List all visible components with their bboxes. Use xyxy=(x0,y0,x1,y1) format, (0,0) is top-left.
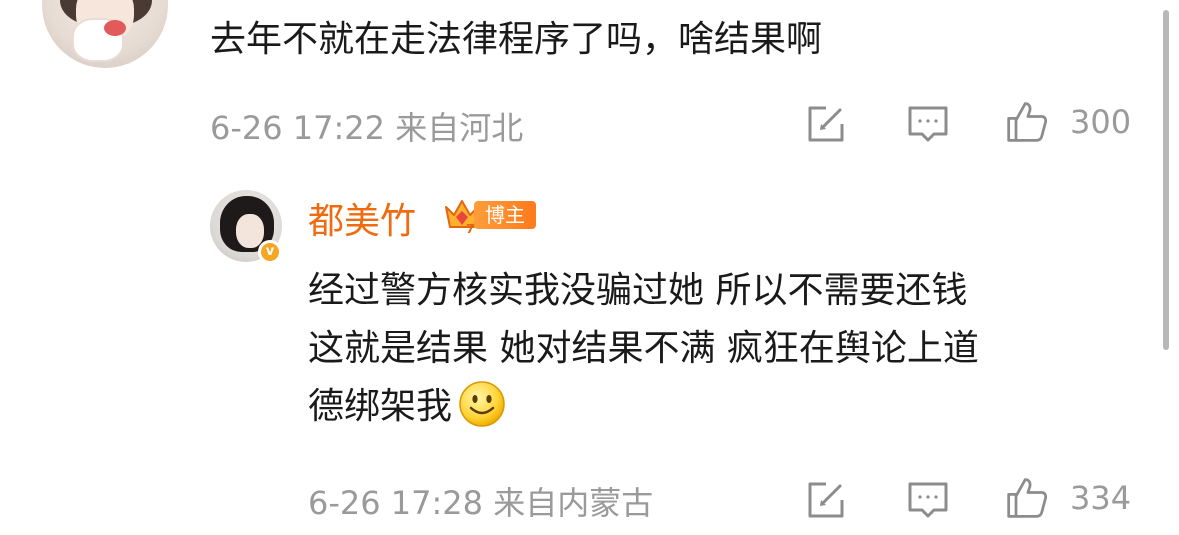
thumbs-up-icon[interactable] xyxy=(1005,476,1053,524)
reply-line-last: 德绑架我 xyxy=(308,378,979,436)
thumbs-up-icon[interactable] xyxy=(1005,100,1053,148)
badge-label: 博主 xyxy=(474,201,536,229)
comment-meta: 6-26 17:22 来自河北 xyxy=(210,109,524,147)
reply-username[interactable]: 都美竹 xyxy=(308,192,416,244)
comment-icon[interactable] xyxy=(906,102,950,146)
commenter-avatar[interactable] xyxy=(42,0,168,68)
comment-text: 去年不就在走法律程序了吗，啥结果啊 xyxy=(210,19,823,60)
reply-text: 经过警方核实我没骗过她 所以不需要还钱 这就是结果 她对结果不满 疯狂在舆论上道… xyxy=(308,262,979,436)
verified-icon: v xyxy=(258,240,282,264)
reply-line: 经过警方核实我没骗过她 所以不需要还钱 xyxy=(308,270,968,311)
edit-icon[interactable] xyxy=(804,478,848,522)
reply-line: 这就是结果 她对结果不满 疯狂在舆论上道 xyxy=(308,328,979,369)
smile-emoji-icon xyxy=(459,381,505,427)
avatar-face xyxy=(236,214,264,248)
reply-line-text: 德绑架我 xyxy=(308,386,453,427)
avatar-bow xyxy=(104,20,126,36)
scrollbar[interactable] xyxy=(1163,10,1169,350)
reply-meta: 6-26 17:28 来自内蒙古 xyxy=(308,484,654,522)
like-count: 300 xyxy=(1070,103,1132,141)
like-count: 334 xyxy=(1070,479,1132,517)
comment-icon[interactable] xyxy=(906,478,950,522)
blogger-badge: 7 博主 xyxy=(442,195,536,235)
edit-icon[interactable] xyxy=(804,102,848,146)
